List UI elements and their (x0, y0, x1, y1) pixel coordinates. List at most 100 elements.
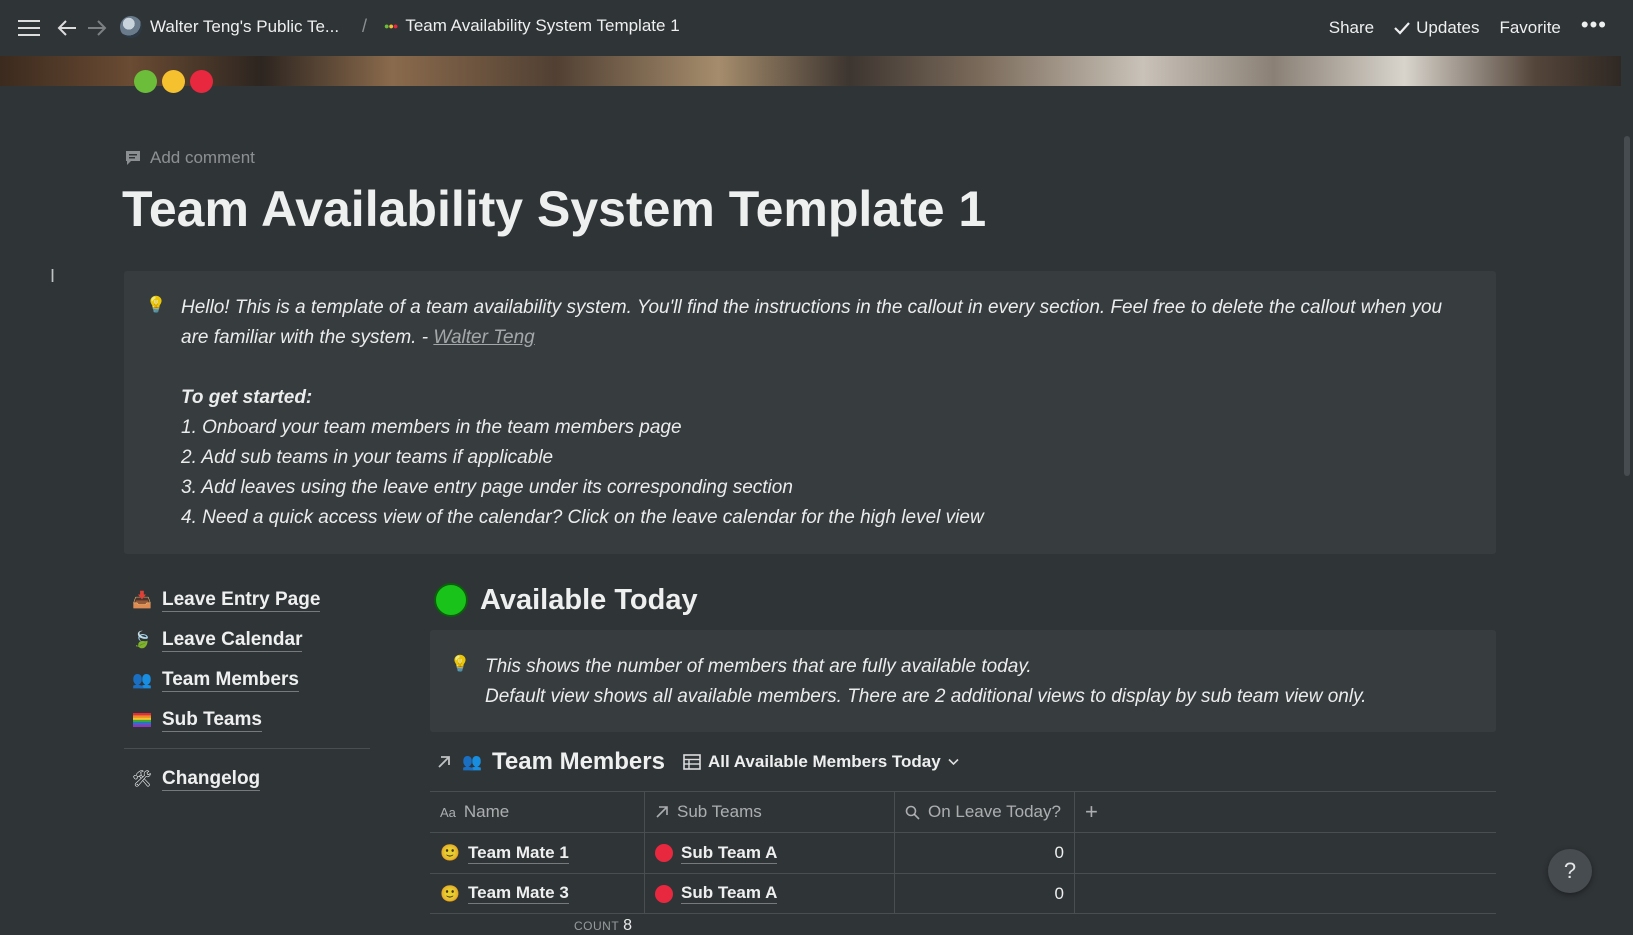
back-arrow-icon[interactable] (52, 13, 82, 43)
page-icon-traffic-lights[interactable] (128, 66, 219, 97)
column-header-sub-teams[interactable]: Sub Teams (645, 792, 895, 832)
column-label: On Leave Today? (928, 802, 1061, 821)
text-cursor-icon: I (50, 266, 56, 286)
text-property-icon: Aa (440, 804, 456, 820)
count-value: 8 (623, 917, 633, 934)
breadcrumb-workspace[interactable]: Walter Teng's Public Te... (120, 16, 339, 38)
cover-image (0, 56, 1633, 86)
get-started-heading: To get started: (181, 387, 313, 408)
column-label: Name (463, 802, 510, 821)
table-header-row: Aa Name Sub Teams On Leave Today? + (430, 791, 1496, 832)
smiley-icon: 🙂 (440, 845, 460, 862)
link-changelog[interactable]: 🛠 Changelog (124, 759, 370, 799)
available-today-callout[interactable]: 💡 This shows the number of members that … (430, 630, 1496, 732)
relation-arrow-icon (656, 806, 668, 818)
table-view-icon (683, 754, 701, 770)
updates-button[interactable]: Updates (1384, 18, 1489, 38)
red-circle-icon (655, 844, 673, 862)
callout-line-1: This shows the number of members that ar… (485, 656, 1032, 677)
more-options-icon[interactable]: ••• (1571, 12, 1633, 44)
add-column-button[interactable]: + (1075, 792, 1125, 832)
link-leave-calendar[interactable]: 🍃 Leave Calendar (124, 620, 370, 660)
step-4: 4. Need a quick access view of the calen… (181, 507, 984, 528)
view-label: All Available Members Today (707, 752, 941, 771)
divider (124, 748, 370, 749)
database-title[interactable]: Team Members (492, 748, 665, 776)
link-label: Team Members (162, 668, 299, 692)
link-leave-entry-page[interactable]: 📥 Leave Entry Page (124, 580, 370, 620)
inbox-tray-icon: 📥 (132, 592, 152, 609)
yellow-light-icon (162, 70, 185, 93)
sub-team-cell[interactable]: Sub Team A (645, 833, 895, 873)
linked-arrow-icon[interactable] (436, 754, 452, 770)
column-header-on-leave[interactable]: On Leave Today? (895, 792, 1075, 832)
callout-text: This shows the number of members that ar… (485, 652, 1366, 712)
sub-team-cell[interactable]: Sub Team A (645, 874, 895, 913)
available-today-title: Available Today (480, 583, 698, 616)
checkmark-icon (1394, 22, 1410, 35)
callout-text: Hello! This is a template of a team avai… (181, 293, 1471, 533)
scrollbar[interactable] (1621, 56, 1633, 932)
red-circle-icon (655, 884, 673, 903)
callout-intro: Hello! This is a template of a team avai… (181, 297, 1443, 348)
link-sub-teams[interactable]: Sub Teams (124, 700, 370, 740)
page-links: 📥 Leave Entry Page 🍃 Leave Calendar 👥 Te… (124, 580, 370, 799)
help-button[interactable]: ? (1548, 849, 1592, 893)
link-label: Leave Calendar (162, 628, 303, 652)
leaf-icon: 🍃 (132, 632, 152, 649)
topbar-actions: Share Updates Favorite ••• (1319, 0, 1633, 56)
database-header: 👥 Team Members All Available Members Tod… (436, 748, 959, 776)
add-comment-label: Add comment (150, 148, 255, 167)
sub-team-link[interactable]: Sub Team A (681, 883, 778, 904)
link-label: Leave Entry Page (162, 588, 321, 612)
available-today-heading[interactable]: Available Today (434, 583, 698, 617)
link-label: Sub Teams (162, 708, 262, 732)
view-selector[interactable]: All Available Members Today (683, 752, 959, 772)
tools-icon: 🛠 (131, 771, 153, 788)
link-label: Changelog (162, 767, 261, 791)
step-1: 1. Onboard your team members in the team… (181, 417, 682, 438)
sub-team-link[interactable]: Sub Team A (681, 843, 778, 864)
breadcrumb-separator: / (362, 16, 368, 36)
traffic-light-icon: ●●● (384, 21, 398, 31)
add-comment-button[interactable]: Add comment (124, 148, 255, 168)
table-count[interactable]: COUNT 8 (574, 917, 633, 935)
count-label: COUNT (574, 919, 620, 933)
workspace-avatar (120, 16, 142, 38)
name-cell[interactable]: 🙂 Team Mate 1 (430, 833, 645, 873)
people-icon: 👥 (462, 754, 482, 771)
favorite-button[interactable]: Favorite (1489, 18, 1570, 38)
name-cell[interactable]: 🙂 Team Mate 3 (430, 874, 645, 913)
page-title[interactable]: Team Availability System Template 1 (122, 180, 986, 238)
table-row[interactable]: 🙂 Team Mate 3 Sub Team A 0 (430, 873, 1496, 914)
on-leave-value: 0 (1054, 883, 1064, 903)
topbar: Walter Teng's Public Te... / ●●● Team Av… (0, 0, 1633, 56)
search-icon (905, 805, 920, 820)
breadcrumb-page[interactable]: ●●● Team Availability System Template 1 (384, 16, 680, 36)
row-name-link[interactable]: Team Mate 3 (468, 883, 569, 904)
column-label: Sub Teams (677, 802, 762, 821)
callout-line-2: Default view shows all available members… (485, 686, 1367, 707)
green-light-icon (134, 70, 157, 93)
hamburger-menu-icon[interactable] (14, 13, 44, 43)
forward-arrow-icon[interactable] (82, 13, 112, 43)
lightbulb-icon: 💡 (146, 297, 166, 314)
team-members-table: Aa Name Sub Teams On Leave Today? + 🙂 Te… (430, 791, 1496, 914)
breadcrumb-workspace-label: Walter Teng's Public Te... (150, 17, 340, 36)
comment-icon (126, 151, 140, 165)
lightbulb-icon: 💡 (450, 656, 470, 673)
instructions-callout[interactable]: 💡 Hello! This is a template of a team av… (124, 271, 1496, 554)
on-leave-cell[interactable]: 0 (895, 874, 1075, 913)
column-header-name[interactable]: Aa Name (430, 792, 645, 832)
green-circle-icon (434, 583, 468, 617)
share-button[interactable]: Share (1319, 18, 1384, 38)
scrollbar-thumb[interactable] (1624, 136, 1630, 476)
on-leave-cell[interactable]: 0 (895, 833, 1075, 873)
author-link[interactable]: Walter Teng (433, 327, 534, 348)
rainbow-flag-icon (132, 710, 152, 730)
breadcrumb-page-label: Team Availability System Template 1 (405, 16, 680, 35)
table-row[interactable]: 🙂 Team Mate 1 Sub Team A 0 (430, 832, 1496, 873)
row-name-link[interactable]: Team Mate 1 (468, 843, 569, 864)
link-team-members[interactable]: 👥 Team Members (124, 660, 370, 700)
red-light-icon (190, 70, 213, 93)
